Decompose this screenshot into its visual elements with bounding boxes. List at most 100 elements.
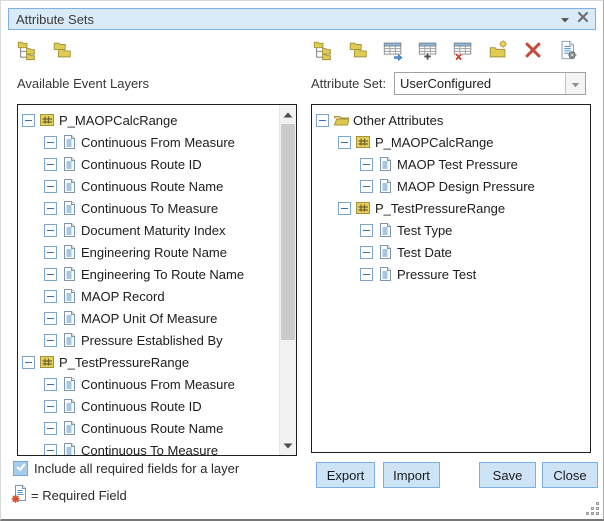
collapse-minus-box[interactable] bbox=[44, 246, 57, 259]
collapse-minus-box[interactable] bbox=[360, 246, 373, 259]
vertical-scrollbar[interactable] bbox=[279, 105, 296, 455]
field-icon bbox=[61, 244, 77, 260]
collapse-minus-box[interactable] bbox=[360, 158, 373, 171]
tree-item[interactable]: P_TestPressureRange bbox=[18, 351, 279, 373]
field-icon bbox=[61, 156, 77, 172]
tree-folders-icon bbox=[312, 39, 334, 61]
collapse-minus-box[interactable] bbox=[360, 180, 373, 193]
close-icon bbox=[577, 10, 589, 28]
tree-item-label: Test Type bbox=[397, 223, 452, 238]
doc-settings-button[interactable] bbox=[556, 38, 580, 62]
include-required-fields-checkbox[interactable] bbox=[13, 461, 28, 476]
attribute-set-select[interactable]: UserConfigured bbox=[394, 72, 586, 95]
collapse-minus-box[interactable] bbox=[22, 356, 35, 369]
tree-item[interactable]: Continuous To Measure bbox=[18, 197, 279, 219]
combo-dropdown-button[interactable] bbox=[565, 73, 585, 94]
layer-icon bbox=[355, 200, 371, 216]
collapse-minus-box[interactable] bbox=[44, 290, 57, 303]
delete-x-icon bbox=[522, 39, 544, 61]
tree-item[interactable]: Engineering Route Name bbox=[18, 241, 279, 263]
field-icon bbox=[377, 222, 393, 238]
dialog-title: Attribute Sets bbox=[9, 12, 556, 27]
resize-grip[interactable] bbox=[585, 501, 600, 516]
attribute-set-label: Attribute Set: bbox=[311, 76, 386, 91]
collapse-minus-box[interactable] bbox=[44, 334, 57, 347]
tree-item[interactable]: Other Attributes bbox=[312, 109, 590, 131]
tree-item[interactable]: Continuous From Measure bbox=[18, 131, 279, 153]
tree-item[interactable]: Test Date bbox=[312, 241, 590, 263]
tree-item[interactable]: P_MAOPCalcRange bbox=[18, 109, 279, 131]
tree-item[interactable]: Test Type bbox=[312, 219, 590, 241]
collapse-minus-box[interactable] bbox=[44, 400, 57, 413]
tree-item[interactable]: Continuous Route Name bbox=[18, 417, 279, 439]
collapse-minus-box[interactable] bbox=[338, 136, 351, 149]
scroll-up-button[interactable] bbox=[280, 106, 296, 123]
tree-item-label: P_TestPressureRange bbox=[375, 201, 505, 216]
attribute-set-value: UserConfigured bbox=[395, 73, 565, 94]
tree-item[interactable]: Engineering To Route Name bbox=[18, 263, 279, 285]
close-dialog-button[interactable]: Close bbox=[542, 462, 598, 488]
scroll-down-button[interactable] bbox=[280, 437, 296, 454]
table-remove-button[interactable] bbox=[451, 38, 475, 62]
collapse-minus-box[interactable] bbox=[44, 202, 57, 215]
field-icon bbox=[61, 266, 77, 282]
tree-item[interactable]: Continuous To Measure bbox=[18, 439, 279, 455]
folder-browse-button[interactable] bbox=[346, 38, 370, 62]
save-button[interactable]: Save bbox=[479, 462, 536, 488]
tree-item[interactable]: MAOP Test Pressure bbox=[312, 153, 590, 175]
collapse-minus-box[interactable] bbox=[360, 224, 373, 237]
tree-item[interactable]: Continuous Route ID bbox=[18, 153, 279, 175]
collapse-minus-box[interactable] bbox=[44, 422, 57, 435]
collapse-minus-box[interactable] bbox=[44, 378, 57, 391]
tree-item[interactable]: P_MAOPCalcRange bbox=[312, 131, 590, 153]
delete-button[interactable] bbox=[521, 38, 545, 62]
tree-item[interactable]: Pressure Test bbox=[312, 263, 590, 285]
tree-item[interactable]: MAOP Design Pressure bbox=[312, 175, 590, 197]
layer-tree-button[interactable] bbox=[311, 38, 335, 62]
collapse-minus-box[interactable] bbox=[22, 114, 35, 127]
tree-item[interactable]: MAOP Record bbox=[18, 285, 279, 307]
collapse-minus-box[interactable] bbox=[44, 224, 57, 237]
tree-item-label: Engineering Route Name bbox=[81, 245, 227, 260]
collapse-minus-box[interactable] bbox=[44, 136, 57, 149]
tree-item[interactable]: P_TestPressureRange bbox=[312, 197, 590, 219]
tree-item[interactable]: MAOP Unit Of Measure bbox=[18, 307, 279, 329]
collapse-minus-box[interactable] bbox=[44, 180, 57, 193]
close-button[interactable] bbox=[574, 10, 592, 28]
tree-folders-icon bbox=[16, 39, 38, 61]
collapse-minus-box[interactable] bbox=[44, 444, 57, 456]
import-button[interactable]: Import bbox=[383, 462, 440, 488]
collapse-minus-box[interactable] bbox=[360, 268, 373, 281]
available-layers-panel: P_MAOPCalcRangeContinuous From MeasureCo… bbox=[17, 104, 297, 456]
field-icon bbox=[377, 178, 393, 194]
layer-tree-button[interactable] bbox=[15, 38, 39, 62]
check-icon bbox=[15, 460, 27, 478]
field-icon bbox=[61, 376, 77, 392]
tree-item-label: Engineering To Route Name bbox=[81, 267, 244, 282]
collapse-minus-box[interactable] bbox=[44, 158, 57, 171]
tree-item[interactable]: Continuous From Measure bbox=[18, 373, 279, 395]
tree-item-label: Pressure Test bbox=[397, 267, 476, 282]
attribute-set-tree: Other AttributesP_MAOPCalcRangeMAOP Test… bbox=[312, 105, 590, 452]
table-add-button[interactable] bbox=[416, 38, 440, 62]
field-icon bbox=[61, 420, 77, 436]
collapse-minus-box[interactable] bbox=[338, 202, 351, 215]
collapse-minus-box[interactable] bbox=[44, 268, 57, 281]
collapse-minus-box[interactable] bbox=[316, 114, 329, 127]
collapse-minus-box[interactable] bbox=[44, 312, 57, 325]
tree-item[interactable]: Document Maturity Index bbox=[18, 219, 279, 241]
folder-browse-button[interactable] bbox=[50, 38, 74, 62]
table-export-button[interactable] bbox=[381, 38, 405, 62]
tree-item[interactable]: Continuous Route ID bbox=[18, 395, 279, 417]
export-button[interactable]: Export bbox=[316, 462, 375, 488]
toolbar-right-group bbox=[311, 37, 580, 63]
tree-item[interactable]: Pressure Established By bbox=[18, 329, 279, 351]
tree-item[interactable]: Continuous Route Name bbox=[18, 175, 279, 197]
layer-icon bbox=[39, 112, 55, 128]
folder-new-button[interactable] bbox=[486, 38, 510, 62]
tree-item-label: Document Maturity Index bbox=[81, 223, 226, 238]
field-icon bbox=[377, 266, 393, 282]
collapse-button[interactable] bbox=[556, 10, 574, 28]
scroll-thumb[interactable] bbox=[281, 124, 295, 340]
table-export-icon bbox=[382, 39, 404, 61]
